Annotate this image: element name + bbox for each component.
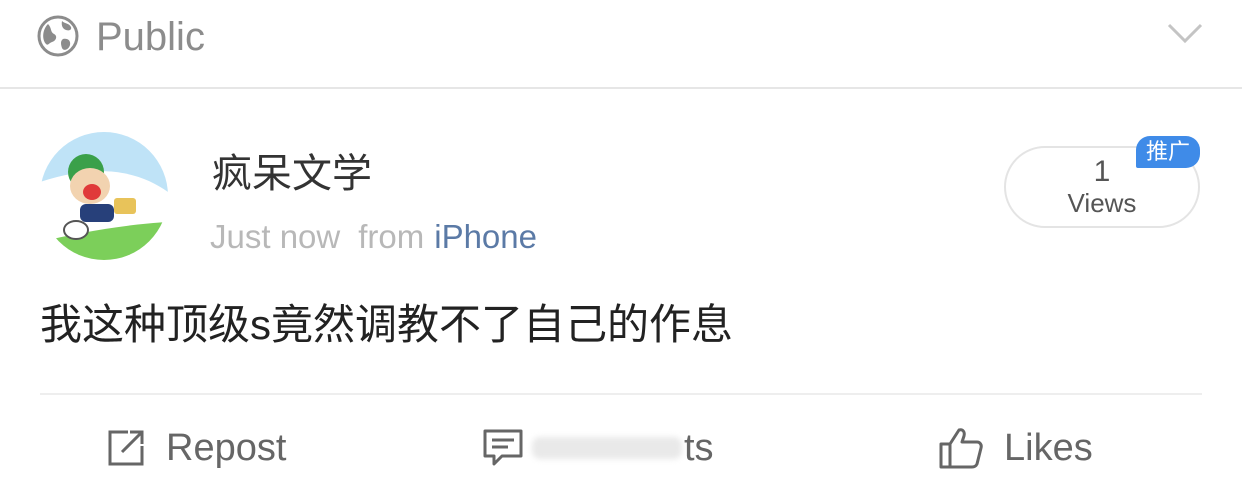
globe-icon — [37, 15, 79, 57]
from-label: from — [358, 218, 425, 255]
like-button[interactable]: Likes — [938, 420, 1093, 476]
chevron-down-icon[interactable] — [1166, 20, 1204, 46]
repost-label: Repost — [166, 426, 287, 469]
comment-icon — [483, 429, 523, 466]
device-link[interactable]: iPhone — [434, 218, 537, 255]
author-name[interactable]: 疯呆文学 — [212, 150, 372, 198]
avatar-image — [40, 132, 168, 260]
comments-label: ts — [684, 426, 714, 469]
visibility-label: Public — [96, 15, 205, 59]
thumbs-up-icon — [939, 428, 983, 469]
post-time: Just now — [210, 218, 341, 255]
repost-button[interactable]: Repost — [106, 420, 286, 476]
divider — [40, 393, 1202, 395]
views-label: Views — [1067, 188, 1137, 218]
likes-label: Likes — [1004, 426, 1093, 469]
repost-icon — [108, 430, 144, 466]
redacted-comment-count — [532, 437, 682, 459]
post-meta: Just now from iPhone — [210, 216, 537, 258]
comments-button[interactable]: ts — [482, 420, 714, 476]
visibility-bar[interactable]: Public — [0, 0, 1242, 89]
avatar[interactable] — [40, 132, 168, 260]
post-text: 我这种顶级s竟然调教不了自己的作息 — [40, 301, 734, 348]
promote-badge[interactable]: 推广 — [1136, 136, 1200, 168]
